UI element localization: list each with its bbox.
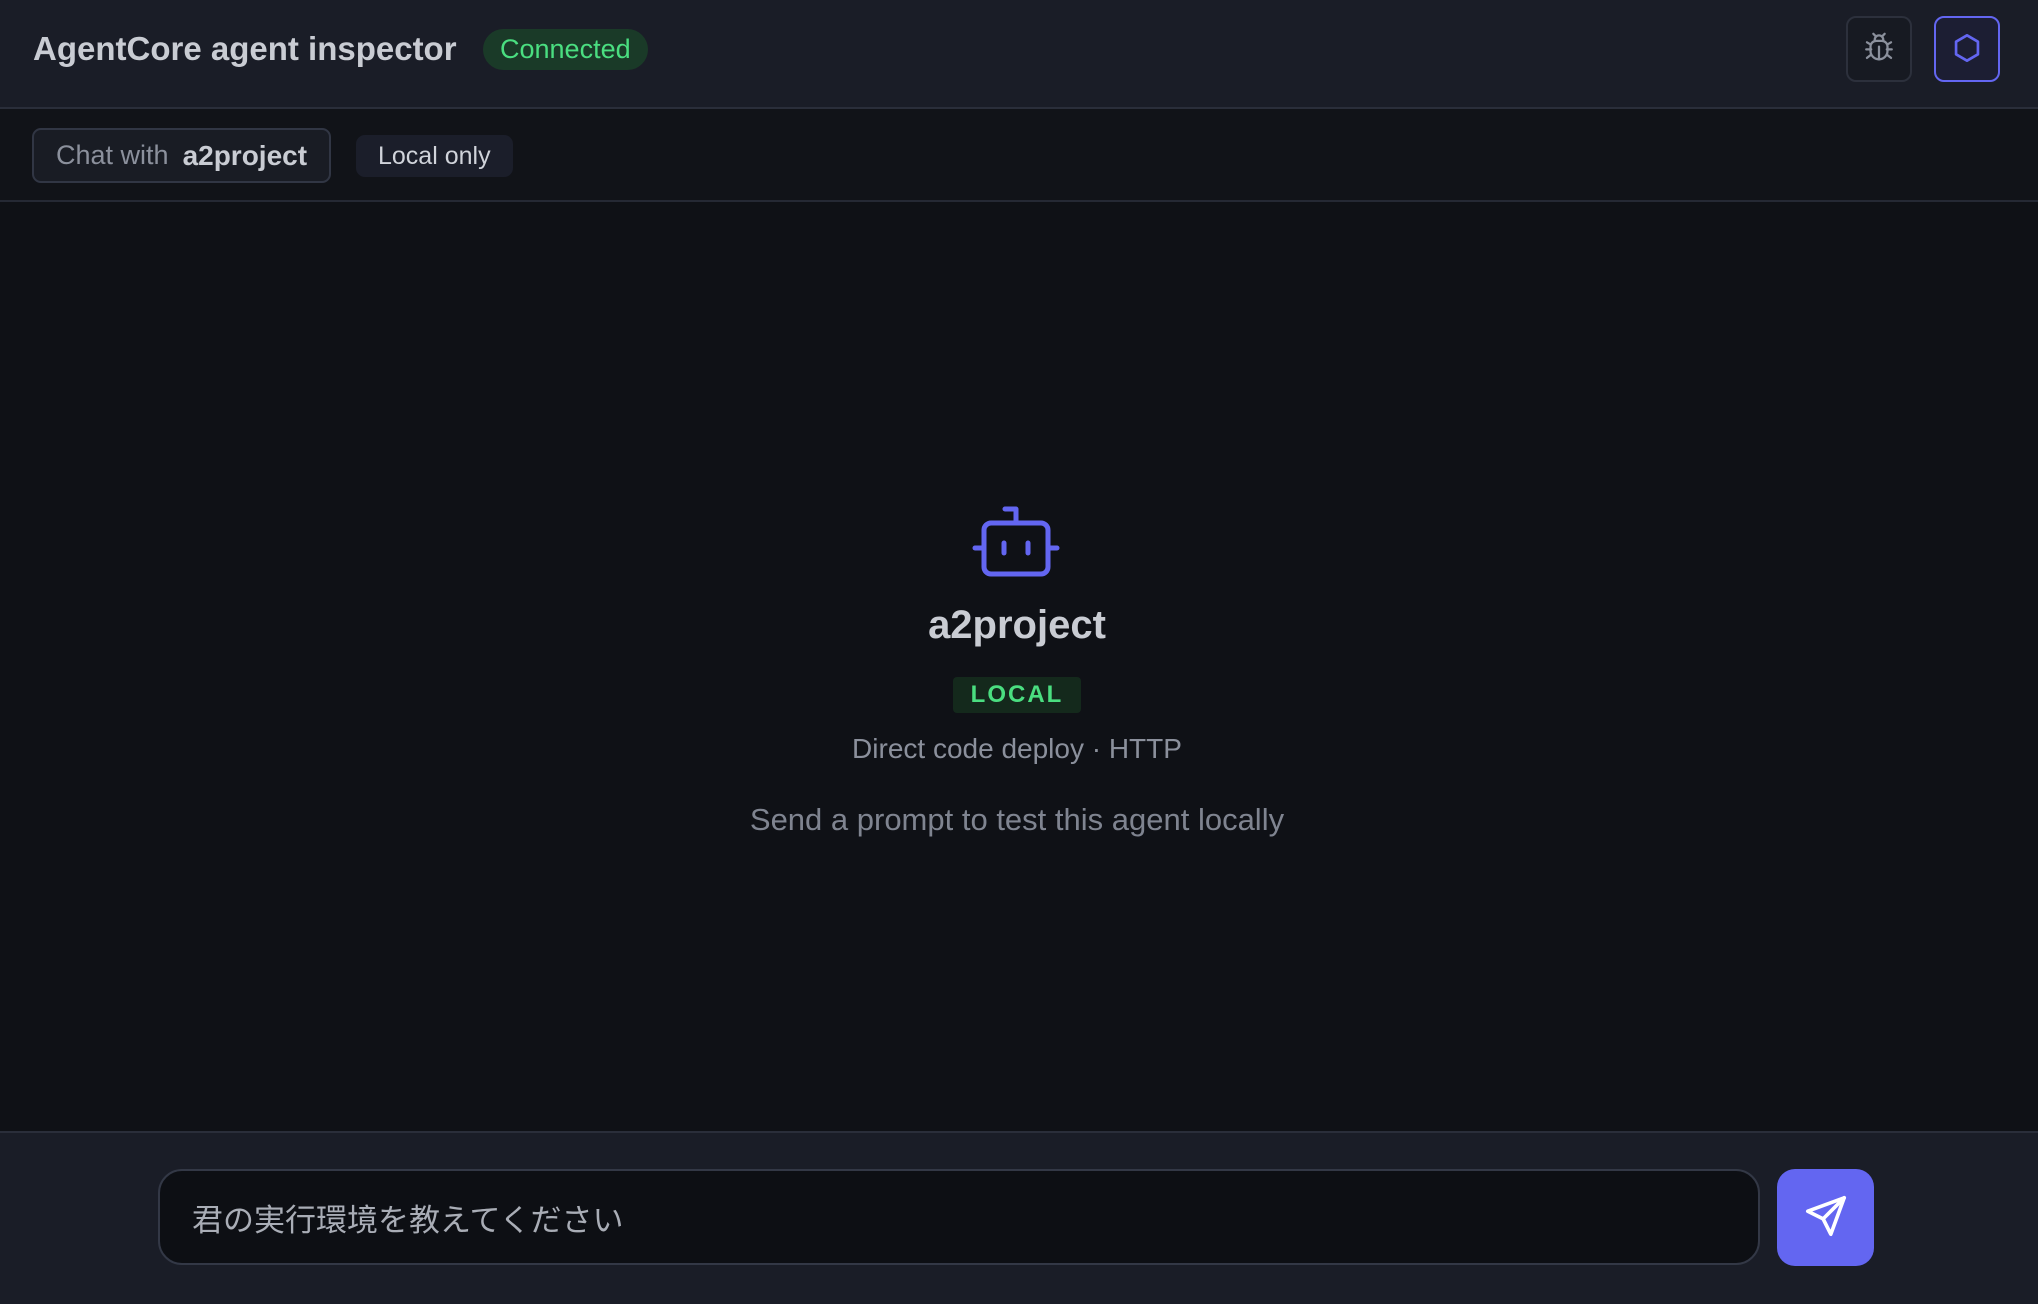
mode-badge: LOCAL xyxy=(952,677,1082,713)
chat-prefix-label: Chat with xyxy=(56,140,169,170)
chat-empty-state: a2project LOCAL Direct code deploy · HTT… xyxy=(0,202,2038,1131)
mode-badge-wrap: LOCAL xyxy=(0,677,2034,713)
chat-agent-name: a2project xyxy=(182,139,308,171)
send-button[interactable] xyxy=(1777,1169,1874,1266)
scope-badge: Local only xyxy=(356,135,513,177)
empty-hint: Send a prompt to test this agent locally xyxy=(749,802,1285,837)
send-icon xyxy=(1803,1193,1849,1242)
bot-icon xyxy=(972,506,1060,582)
bug-icon xyxy=(1862,31,1896,68)
debug-button[interactable] xyxy=(1846,16,1912,82)
chat-subbar: Chat with a2project Local only xyxy=(0,109,2038,202)
connection-status-badge: Connected xyxy=(483,29,648,70)
empty-agent-name: a2project xyxy=(928,603,1106,647)
message-composer xyxy=(0,1131,2038,1304)
agent-button[interactable] xyxy=(1934,16,2000,82)
prompt-input[interactable] xyxy=(158,1169,1760,1265)
chat-target-pill[interactable]: Chat with a2project xyxy=(32,128,332,183)
app-title: AgentCore agent inspector xyxy=(33,30,457,67)
hexagon-icon xyxy=(1951,32,1983,67)
app-root: AgentCore agent inspector Connected Chat… xyxy=(0,0,2038,1304)
deploy-info: Direct code deploy · HTTP xyxy=(852,733,1182,764)
top-header: AgentCore agent inspector Connected xyxy=(0,0,2038,109)
